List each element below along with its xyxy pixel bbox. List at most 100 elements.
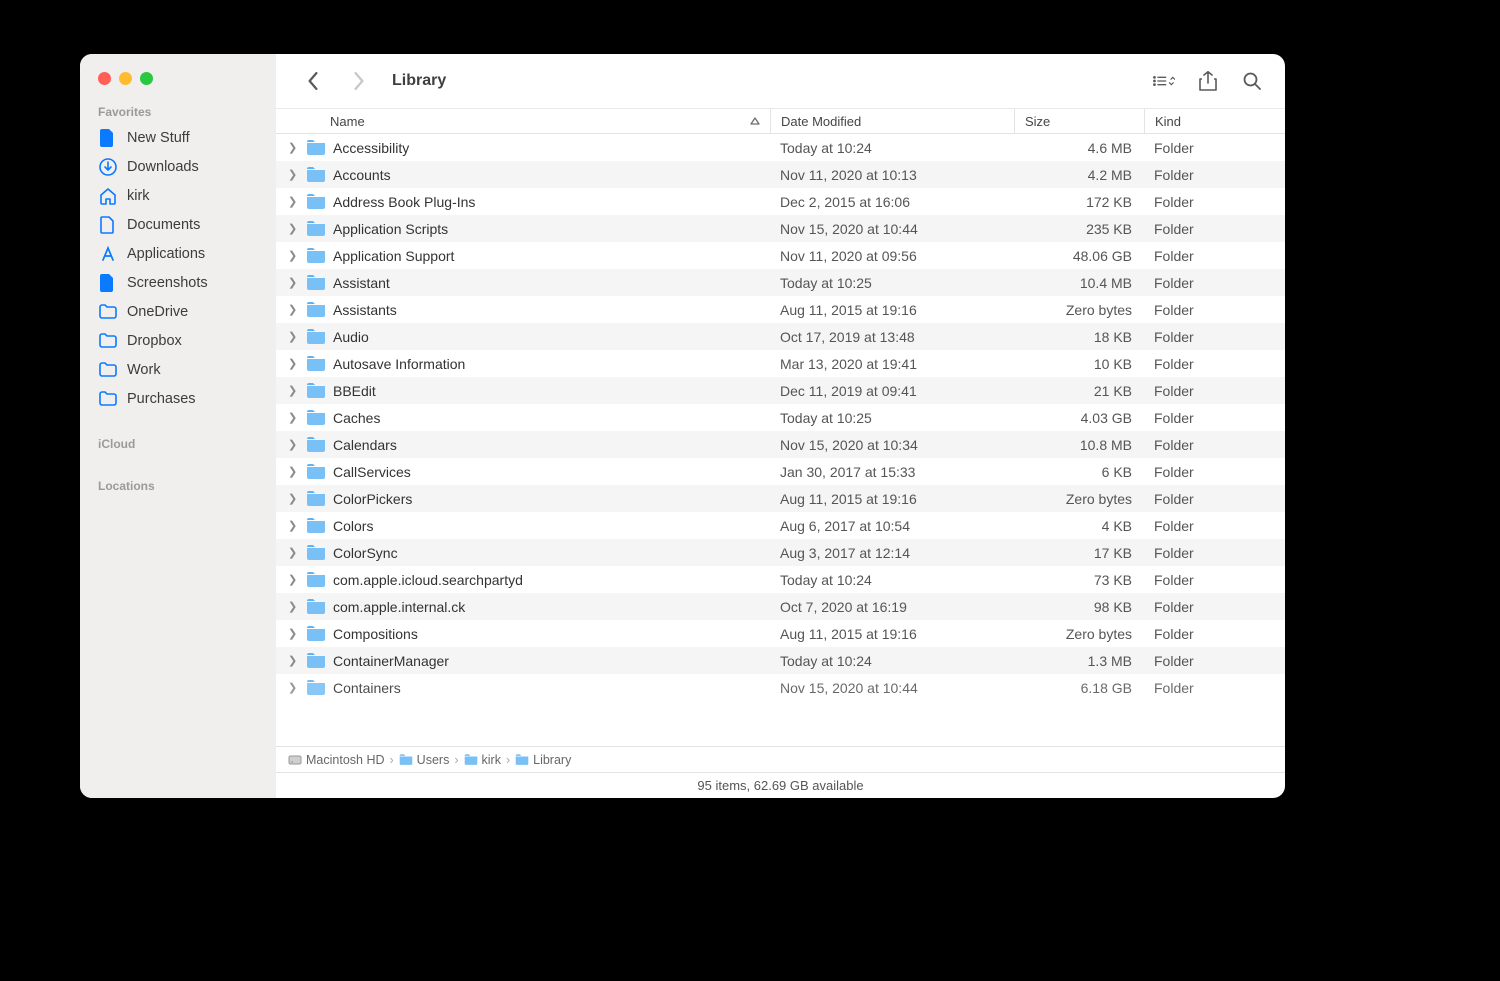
sidebar-item[interactable]: OneDrive xyxy=(80,297,276,326)
zoom-window-button[interactable] xyxy=(140,72,153,85)
file-row[interactable]: ❯ContainersNov 15, 2020 at 10:446.18 GBF… xyxy=(276,674,1285,701)
file-row[interactable]: ❯Application ScriptsNov 15, 2020 at 10:4… xyxy=(276,215,1285,242)
path-segment[interactable]: Library xyxy=(515,753,571,767)
path-bar: Macintosh HD›Users›kirk›Library xyxy=(276,746,1285,772)
file-row[interactable]: ❯AccessibilityToday at 10:244.6 MBFolder xyxy=(276,134,1285,161)
file-date: Dec 2, 2015 at 16:06 xyxy=(770,194,1014,210)
sidebar-heading[interactable]: Favorites xyxy=(80,99,276,123)
close-window-button[interactable] xyxy=(98,72,111,85)
minimize-window-button[interactable] xyxy=(119,72,132,85)
file-name: Calendars xyxy=(333,437,397,453)
disclosure-triangle-icon[interactable]: ❯ xyxy=(288,573,300,586)
file-row[interactable]: ❯CachesToday at 10:254.03 GBFolder xyxy=(276,404,1285,431)
file-date: Jan 30, 2017 at 15:33 xyxy=(770,464,1014,480)
file-name: ColorPickers xyxy=(333,491,412,507)
back-button[interactable] xyxy=(302,70,324,92)
sidebar-item[interactable]: Applications xyxy=(80,239,276,268)
disclosure-triangle-icon[interactable]: ❯ xyxy=(288,654,300,667)
disclosure-triangle-icon[interactable]: ❯ xyxy=(288,276,300,289)
file-size: 4 KB xyxy=(1014,518,1144,534)
column-kind[interactable]: Kind xyxy=(1144,109,1285,133)
sidebar-item[interactable]: Downloads xyxy=(80,152,276,181)
sidebar-item[interactable]: Work xyxy=(80,355,276,384)
column-name[interactable]: Name xyxy=(276,114,770,129)
disclosure-triangle-icon[interactable]: ❯ xyxy=(288,519,300,532)
path-segment[interactable]: Users xyxy=(399,753,450,767)
file-size: 172 KB xyxy=(1014,194,1144,210)
file-row[interactable]: ❯AccountsNov 11, 2020 at 10:134.2 MBFold… xyxy=(276,161,1285,188)
sidebar-item-label: Work xyxy=(127,362,161,378)
sidebar-item-label: Applications xyxy=(127,246,205,262)
file-row[interactable]: ❯BBEditDec 11, 2019 at 09:4121 KBFolder xyxy=(276,377,1285,404)
disclosure-triangle-icon[interactable]: ❯ xyxy=(288,681,300,694)
disclosure-triangle-icon[interactable]: ❯ xyxy=(288,546,300,559)
file-size: 4.6 MB xyxy=(1014,140,1144,156)
file-row[interactable]: ❯AssistantToday at 10:2510.4 MBFolder xyxy=(276,269,1285,296)
disclosure-triangle-icon[interactable]: ❯ xyxy=(288,168,300,181)
path-segment[interactable]: Macintosh HD xyxy=(288,753,385,767)
column-date[interactable]: Date Modified xyxy=(770,109,1014,133)
disclosure-triangle-icon[interactable]: ❯ xyxy=(288,357,300,370)
folder-icon xyxy=(300,329,333,345)
disclosure-triangle-icon[interactable]: ❯ xyxy=(288,411,300,424)
file-row[interactable]: ❯CompositionsAug 11, 2015 at 19:16Zero b… xyxy=(276,620,1285,647)
disclosure-triangle-icon[interactable]: ❯ xyxy=(288,465,300,478)
disclosure-triangle-icon[interactable]: ❯ xyxy=(288,249,300,262)
sidebar-heading[interactable]: iCloud xyxy=(80,431,276,455)
file-row[interactable]: ❯Address Book Plug-InsDec 2, 2015 at 16:… xyxy=(276,188,1285,215)
file-row[interactable]: ❯com.apple.icloud.searchpartydToday at 1… xyxy=(276,566,1285,593)
file-size: 21 KB xyxy=(1014,383,1144,399)
sidebar-item[interactable]: kirk xyxy=(80,181,276,210)
sidebar-item[interactable]: Dropbox xyxy=(80,326,276,355)
status-bar: 95 items, 62.69 GB available xyxy=(276,772,1285,798)
disclosure-triangle-icon[interactable]: ❯ xyxy=(288,384,300,397)
file-row[interactable]: ❯CallServicesJan 30, 2017 at 15:336 KBFo… xyxy=(276,458,1285,485)
file-row[interactable]: ❯ColorSyncAug 3, 2017 at 12:1417 KBFolde… xyxy=(276,539,1285,566)
disclosure-triangle-icon[interactable]: ❯ xyxy=(288,627,300,640)
file-row[interactable]: ❯CalendarsNov 15, 2020 at 10:3410.8 MBFo… xyxy=(276,431,1285,458)
file-kind: Folder xyxy=(1144,545,1285,561)
file-row[interactable]: ❯AssistantsAug 11, 2015 at 19:16Zero byt… xyxy=(276,296,1285,323)
sidebar-item-label: Purchases xyxy=(127,391,196,407)
column-size[interactable]: Size xyxy=(1014,109,1144,133)
folder-icon xyxy=(300,464,333,480)
file-size: Zero bytes xyxy=(1014,626,1144,642)
file-row[interactable]: ❯ContainerManagerToday at 10:241.3 MBFol… xyxy=(276,647,1285,674)
doc-fill-icon xyxy=(98,128,117,147)
disclosure-triangle-icon[interactable]: ❯ xyxy=(288,438,300,451)
file-row[interactable]: ❯ColorPickersAug 11, 2015 at 19:16Zero b… xyxy=(276,485,1285,512)
file-row[interactable]: ❯ColorsAug 6, 2017 at 10:544 KBFolder xyxy=(276,512,1285,539)
file-row[interactable]: ❯Autosave InformationMar 13, 2020 at 19:… xyxy=(276,350,1285,377)
path-label: kirk xyxy=(482,753,501,767)
disclosure-triangle-icon[interactable]: ❯ xyxy=(288,195,300,208)
view-options-button[interactable] xyxy=(1153,70,1175,92)
sidebar-item[interactable]: Purchases xyxy=(80,384,276,413)
file-date: Mar 13, 2020 at 19:41 xyxy=(770,356,1014,372)
folder-icon xyxy=(300,599,333,615)
folder-icon xyxy=(300,194,333,210)
sidebar-item[interactable]: New Stuff xyxy=(80,123,276,152)
path-label: Macintosh HD xyxy=(306,753,385,767)
share-button[interactable] xyxy=(1197,70,1219,92)
disclosure-triangle-icon[interactable]: ❯ xyxy=(288,492,300,505)
path-segment[interactable]: kirk xyxy=(464,753,501,767)
file-list: ❯AccessibilityToday at 10:244.6 MBFolder… xyxy=(276,134,1285,746)
forward-button[interactable] xyxy=(348,70,370,92)
disclosure-triangle-icon[interactable]: ❯ xyxy=(288,600,300,613)
file-date: Aug 11, 2015 at 19:16 xyxy=(770,302,1014,318)
disclosure-triangle-icon[interactable]: ❯ xyxy=(288,303,300,316)
disclosure-triangle-icon[interactable]: ❯ xyxy=(288,222,300,235)
sidebar-item-label: Downloads xyxy=(127,159,199,175)
sidebar-heading[interactable]: Locations xyxy=(80,473,276,497)
disclosure-triangle-icon[interactable]: ❯ xyxy=(288,330,300,343)
file-date: Aug 3, 2017 at 12:14 xyxy=(770,545,1014,561)
file-row[interactable]: ❯AudioOct 17, 2019 at 13:4818 KBFolder xyxy=(276,323,1285,350)
file-name: Accounts xyxy=(333,167,391,183)
sidebar-item[interactable]: Screenshots xyxy=(80,268,276,297)
file-row[interactable]: ❯Application SupportNov 11, 2020 at 09:5… xyxy=(276,242,1285,269)
doc-fill-icon xyxy=(98,273,117,292)
disclosure-triangle-icon[interactable]: ❯ xyxy=(288,141,300,154)
file-row[interactable]: ❯com.apple.internal.ckOct 7, 2020 at 16:… xyxy=(276,593,1285,620)
search-button[interactable] xyxy=(1241,70,1263,92)
sidebar-item[interactable]: Documents xyxy=(80,210,276,239)
